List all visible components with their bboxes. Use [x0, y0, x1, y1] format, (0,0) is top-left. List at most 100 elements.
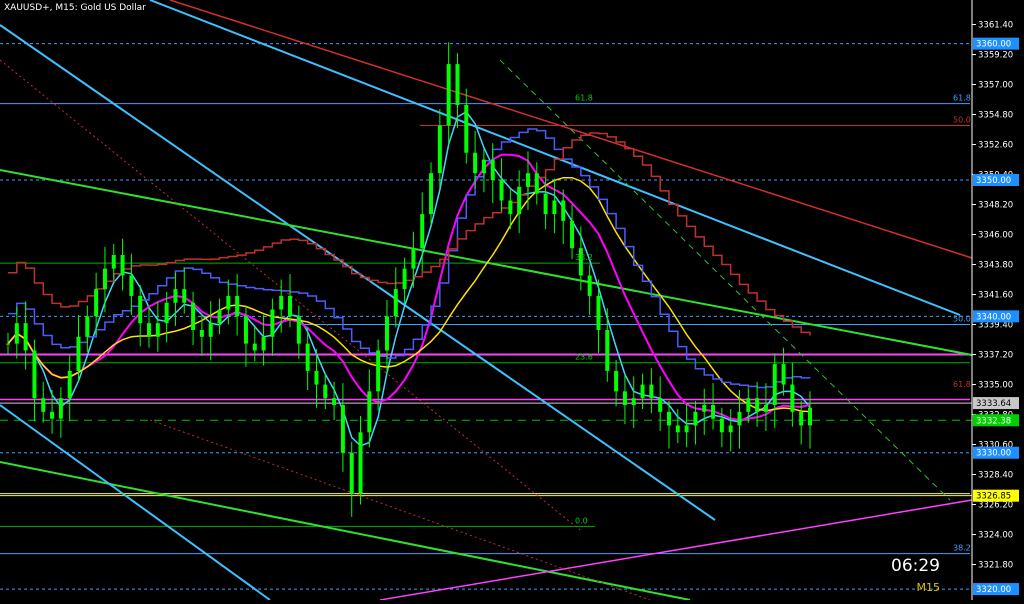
- candle-body: [473, 152, 478, 174]
- candle-body: [552, 200, 557, 215]
- price-chart[interactable]: 61.8 38.2 23.6 0.0 61.8 50.0 50.0 61.8 38.2 3361…: [0, 0, 1024, 601]
- candle-body: [790, 384, 795, 412]
- price-tag-label: 3330.00: [976, 449, 1011, 459]
- candle-body: [693, 411, 698, 426]
- candle-body: [596, 295, 601, 330]
- price-tag-label: 3326.85: [976, 492, 1011, 502]
- candle-body: [587, 275, 592, 296]
- candle-body: [508, 200, 513, 215]
- candle-body: [702, 405, 707, 412]
- candle-body: [358, 432, 363, 494]
- trendline: [149, 419, 651, 601]
- candle-body: [323, 384, 328, 399]
- fib-label: 50.0: [953, 315, 971, 324]
- candle-body: [411, 248, 416, 269]
- candle-body: [393, 289, 398, 317]
- candle-body: [799, 411, 804, 426]
- y-tick-label: 3357.00: [978, 81, 1013, 91]
- candle-body: [808, 407, 812, 426]
- trendline: [0, 404, 271, 601]
- candle-body: [217, 309, 222, 324]
- trendline: [0, 461, 691, 601]
- y-tick-label: 3341.60: [978, 291, 1013, 301]
- fib-label: 0.0: [575, 516, 588, 525]
- candle-body: [23, 323, 28, 351]
- trendline: [149, 0, 961, 316]
- candle-body: [429, 173, 434, 215]
- candle-body: [182, 289, 187, 303]
- candle-body: [349, 452, 354, 494]
- fib-label: 38.2: [953, 544, 971, 553]
- y-tick-label: 3337.20: [978, 351, 1013, 361]
- trendline: [0, 24, 716, 521]
- candle-body: [155, 323, 160, 337]
- candle-body: [314, 370, 319, 385]
- price-tag-label: 3320.00: [976, 585, 1011, 595]
- price-tag-label: 3350.00: [976, 176, 1011, 186]
- price-tag-label: 3360.00: [976, 40, 1011, 50]
- candle-body: [772, 364, 777, 405]
- y-tick-label: 3328.40: [978, 471, 1013, 481]
- candle-body: [570, 220, 575, 249]
- candle-body: [728, 425, 733, 433]
- candle-body: [640, 384, 645, 399]
- candle-body: [684, 425, 689, 433]
- candle-body: [543, 193, 548, 215]
- candle-body: [525, 173, 530, 187]
- candle-body: [58, 398, 63, 419]
- fib-labels: 61.8 38.2 23.6 0.0 61.8 50.0 50.0 61.8 38.2: [575, 94, 971, 553]
- price-tag-label: 3332.38: [976, 416, 1011, 426]
- candle-body: [120, 255, 125, 276]
- candle-body: [649, 384, 654, 399]
- fib-label: 38.2: [575, 253, 593, 262]
- candle-body: [14, 323, 19, 344]
- candle-body: [534, 173, 539, 194]
- candle-body: [675, 425, 680, 433]
- candle-body: [746, 398, 751, 412]
- candle-body: [755, 398, 760, 412]
- candle-body: [402, 268, 407, 290]
- candle-body: [235, 295, 240, 317]
- fib-label: 23.6: [575, 353, 593, 362]
- candle-body: [94, 289, 99, 317]
- candle-body: [208, 323, 213, 337]
- y-tick-label: 3326.20: [978, 501, 1013, 511]
- y-tick-label: 3359.20: [978, 51, 1013, 61]
- candle-body: [261, 336, 266, 351]
- candle-body: [763, 405, 768, 412]
- candle-body: [76, 336, 81, 371]
- candle-body: [50, 411, 55, 419]
- candle-body: [85, 316, 90, 337]
- candle-body: [614, 370, 619, 392]
- y-tick-label: 3352.60: [978, 141, 1013, 151]
- fib-label: 61.8: [953, 380, 971, 389]
- candle-body: [340, 405, 345, 453]
- candle-body: [32, 350, 37, 399]
- trendline: [379, 499, 973, 601]
- y-tick-label: 3335.00: [978, 381, 1013, 391]
- candle-body: [499, 180, 504, 201]
- candle-body: [191, 302, 196, 330]
- candle-body: [332, 398, 337, 405]
- fib-label: 61.8: [575, 94, 593, 103]
- trendline: [499, 59, 951, 501]
- candle-body: [6, 343, 10, 345]
- price-tag-label: 3333.64: [976, 399, 1011, 409]
- candle-body: [102, 268, 107, 290]
- candle-body: [622, 391, 627, 405]
- candle-body: [658, 398, 663, 412]
- red-step-line: [8, 132, 811, 336]
- candle-body: [243, 316, 248, 344]
- candle-body: [437, 125, 442, 174]
- candle-body: [490, 159, 495, 180]
- candle-body: [666, 411, 671, 426]
- chart-canvas[interactable]: 61.8 38.2 23.6 0.0 61.8 50.0 50.0 61.8 38.2 3361…: [0, 0, 1024, 601]
- candle-body: [164, 302, 169, 324]
- candle-body: [270, 309, 275, 337]
- price-axis: 3361.40 3359.20 3357.00 3354.80 3352.60 3350.…: [971, 0, 1019, 600]
- price-tag-label: 3340.00: [976, 312, 1011, 322]
- candle-body: [719, 418, 724, 433]
- candle-body: [605, 330, 610, 371]
- candle-body: [446, 64, 451, 126]
- candle-body: [41, 398, 46, 412]
